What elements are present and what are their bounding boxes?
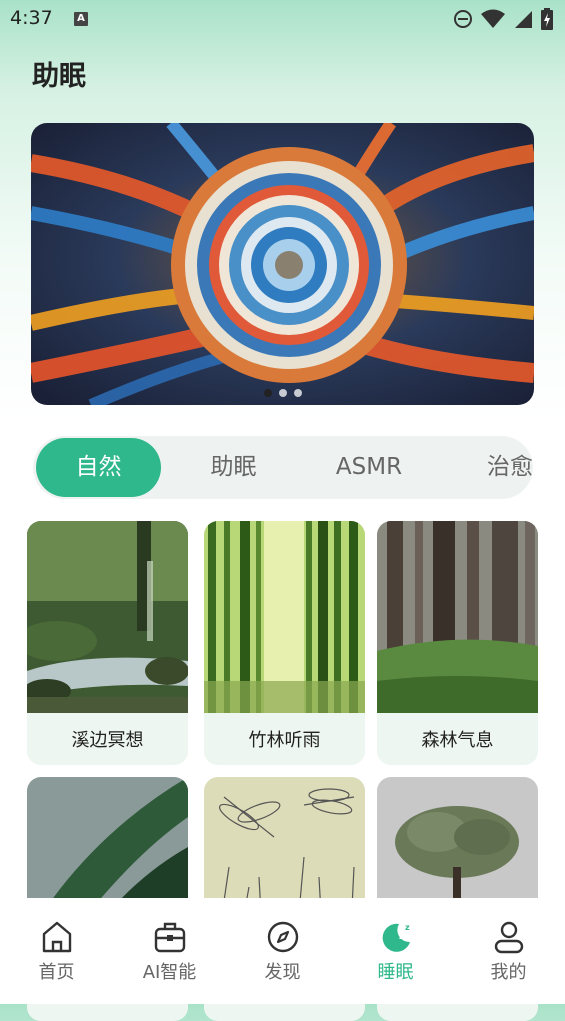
svg-text:z: z	[399, 932, 404, 942]
carousel-dot[interactable]	[278, 389, 287, 397]
user-icon	[494, 921, 523, 954]
carousel-dot[interactable]	[293, 389, 302, 397]
banner-carousel[interactable]	[31, 123, 534, 405]
nav-ai-label: AI智能	[142, 962, 197, 983]
sound-card[interactable]: 竹林听雨	[204, 521, 365, 765]
nav-discover-label: 发现	[264, 962, 301, 983]
page-title: 助眠	[32, 61, 86, 92]
home-icon	[42, 921, 71, 953]
status-bar: 4:37 A	[0, 0, 565, 38]
keyboard-a-icon: A	[74, 12, 88, 26]
card-title: 森林气息	[377, 717, 538, 765]
svg-text:z: z	[405, 923, 410, 932]
sound-card[interactable]: 溪边冥想	[27, 521, 188, 765]
battery-icon	[541, 8, 553, 30]
tab-nature[interactable]: 自然	[36, 438, 161, 497]
card-image-stream	[27, 521, 188, 713]
briefcase-icon	[154, 922, 185, 953]
wifi-icon	[481, 9, 505, 28]
category-tabs: 自然 助眠 ASMR 治愈	[33, 436, 533, 499]
banner-image	[31, 123, 534, 405]
card-title: 竹林听雨	[204, 717, 365, 765]
nav-sleep-label: 睡眠	[377, 962, 414, 983]
carousel-dot[interactable]	[263, 389, 272, 397]
do-not-disturb-icon	[454, 10, 472, 28]
compass-icon	[267, 921, 298, 953]
tab-healing[interactable]: 治愈	[465, 436, 533, 499]
card-title: 溪边冥想	[27, 717, 188, 765]
carousel-indicator	[31, 389, 534, 397]
sound-card[interactable]: 森林气息	[377, 521, 538, 765]
nav-mine-label: 我的	[490, 962, 527, 983]
card-image-forest	[377, 521, 538, 713]
card-image-bamboo	[204, 521, 365, 713]
tab-asmr[interactable]: ASMR	[304, 436, 434, 499]
nav-home-label: 首页	[38, 962, 75, 983]
signal-icon	[515, 11, 532, 28]
status-time: 4:37	[10, 7, 53, 29]
moon-sleep-icon: zz	[382, 923, 410, 952]
tab-sleep-aid[interactable]: 助眠	[171, 436, 296, 499]
bottom-navigation: 首页 AI智能 发现 zz 睡眠 我的	[0, 898, 565, 1004]
